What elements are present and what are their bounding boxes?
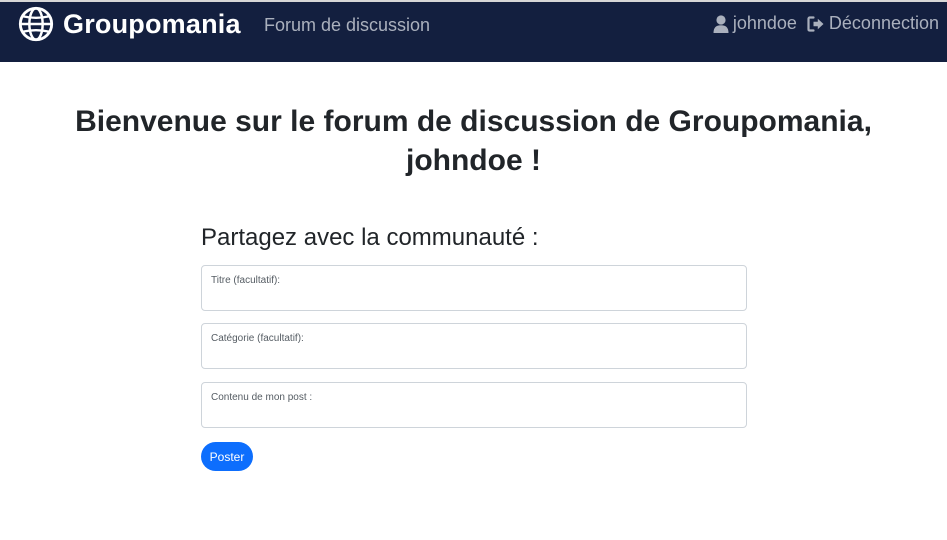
logout-link[interactable]: Déconnection [807, 13, 939, 34]
globe-icon [18, 6, 54, 42]
category-input[interactable] [210, 346, 738, 366]
nav-item-profile[interactable]: johndoe [713, 13, 797, 34]
welcome-line-1: Bienvenue sur le forum de discussion de … [75, 105, 872, 138]
title-label: Titre (facultatif): [211, 275, 281, 286]
logout-label: Déconnection [828, 13, 939, 33]
post-button[interactable]: Poster [201, 442, 253, 471]
sign-out-icon [807, 15, 824, 32]
username-label: johndoe [732, 13, 797, 33]
user-icon [713, 14, 729, 33]
welcome-heading: Bienvenue sur le forum de discussion de … [0, 102, 947, 180]
navbar: Groupomania Forum de discussion johndoe … [0, 0, 947, 62]
nav-link-forum[interactable]: Forum de discussion [264, 15, 430, 36]
content-input[interactable] [210, 405, 738, 425]
title-input[interactable] [210, 288, 738, 308]
welcome-line-2: johndoe ! [406, 144, 541, 177]
category-label: Catégorie (facultatif): [211, 333, 304, 344]
share-title: Partagez avec la communauté : [201, 224, 539, 251]
content-label: Contenu de mon post : [211, 392, 313, 403]
title-field[interactable]: Titre (facultatif): [201, 265, 747, 311]
brand-name: Groupomania [63, 8, 241, 39]
content-field[interactable]: Contenu de mon post : [201, 382, 747, 428]
nav-right: johndoe Déconnection [713, 13, 939, 34]
brand-link[interactable]: Groupomania [17, 5, 241, 43]
category-field[interactable]: Catégorie (facultatif): [201, 323, 747, 369]
